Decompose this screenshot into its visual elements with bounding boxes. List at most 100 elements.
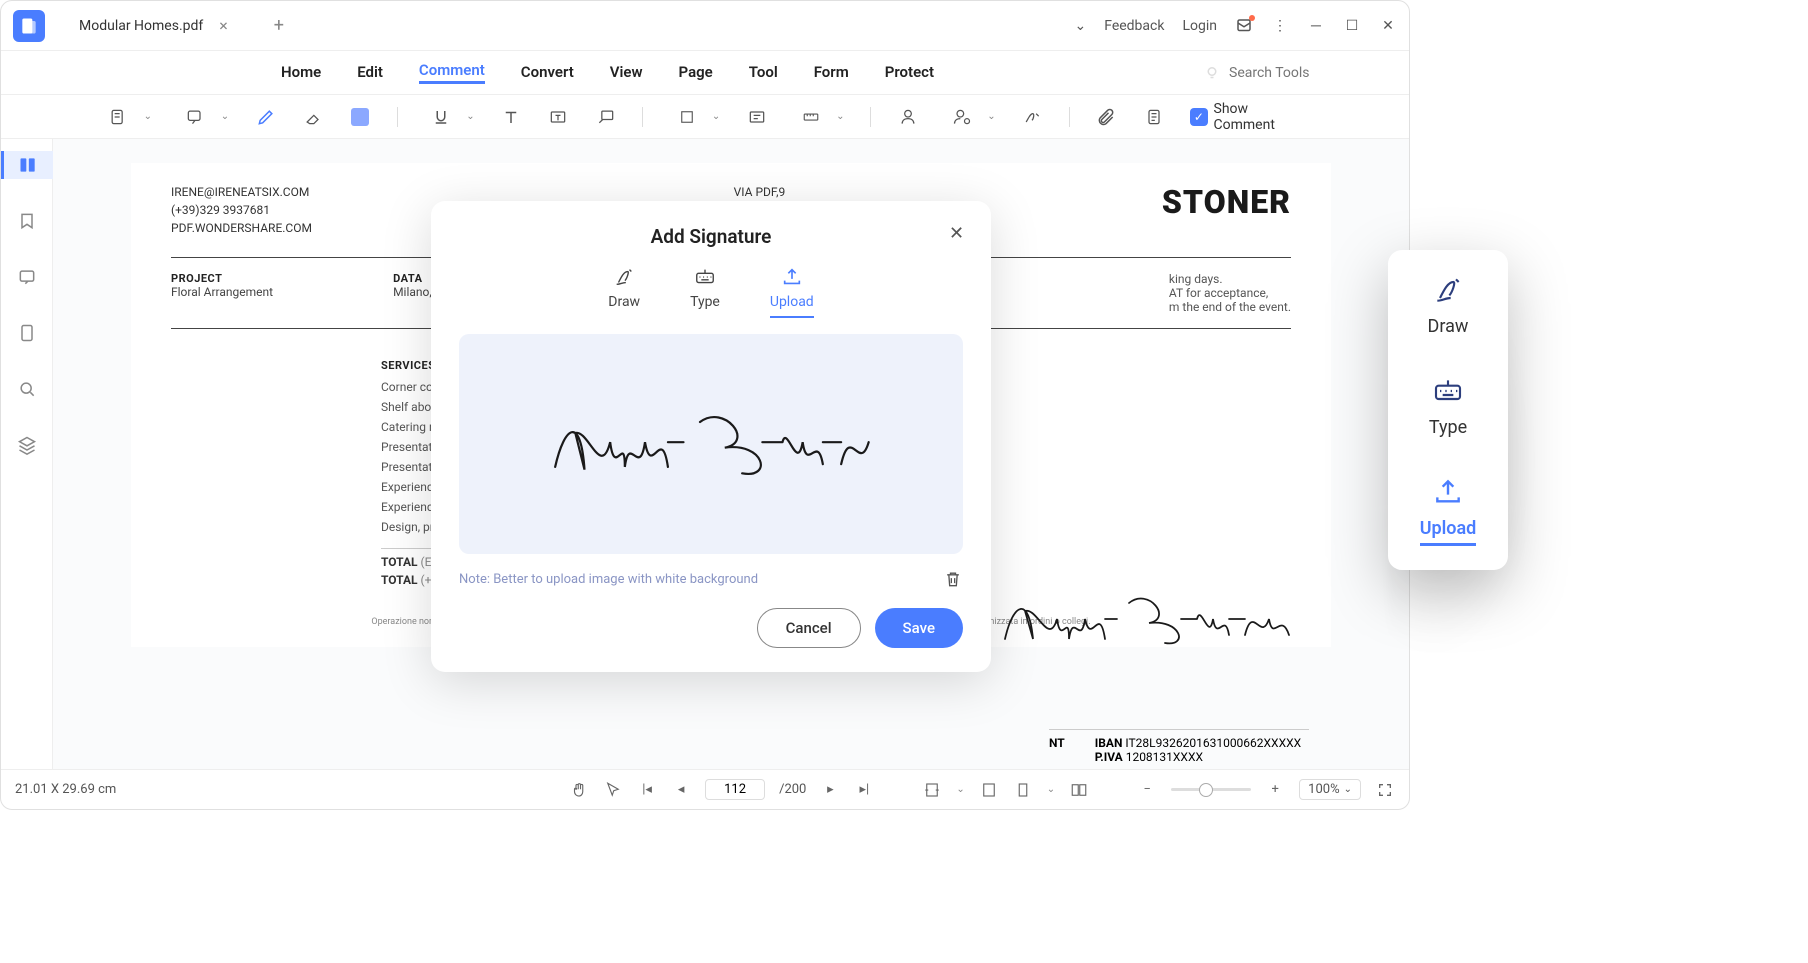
draw-icon: [611, 266, 637, 288]
hand-tool-icon[interactable]: [569, 780, 589, 800]
float-type[interactable]: Type: [1404, 375, 1492, 438]
attachment-tool[interactable]: [1096, 106, 1117, 128]
zoom-out-icon[interactable]: −: [1137, 780, 1157, 800]
pencil-tool[interactable]: [255, 106, 276, 128]
lightbulb-icon: [1203, 64, 1221, 82]
zoom-in-icon[interactable]: +: [1265, 780, 1285, 800]
add-signature-modal: Add Signature ✕ Draw Type Upload Note: B…: [431, 201, 991, 672]
menu-edit[interactable]: Edit: [357, 63, 383, 83]
notification-icon[interactable]: [1235, 17, 1253, 35]
eraser-tool[interactable]: [302, 106, 323, 128]
measure-tool[interactable]: [793, 106, 828, 128]
doc-payment-block: NT IBAN IT28L9326201631000662XXXXX P.IVA…: [1049, 729, 1309, 764]
menu-comment[interactable]: Comment: [419, 61, 485, 84]
doc-signature-preview: [989, 569, 1309, 673]
person-tool[interactable]: [897, 106, 918, 128]
text-tool[interactable]: [501, 106, 522, 128]
chevron-down-icon[interactable]: ⌄: [466, 111, 474, 122]
sidebar-thumbnails[interactable]: [1, 151, 53, 179]
chevron-down-icon[interactable]: ⌄: [836, 111, 844, 122]
doc-brand: STONER: [1162, 183, 1291, 237]
minimize-icon[interactable]: ─: [1307, 17, 1325, 35]
last-page-icon[interactable]: ▸|: [854, 780, 874, 800]
sidebar-search[interactable]: [13, 375, 41, 403]
modal-tabs: Draw Type Upload: [459, 266, 963, 318]
sidebar-attachments[interactable]: [13, 319, 41, 347]
menu-home[interactable]: Home: [281, 63, 321, 83]
status-bar: 21.01 X 29.69 cm |◂ ◂ /200 ▸ ▸| ⌄ ⌄ − + …: [1, 769, 1409, 809]
search-tools-input[interactable]: [1229, 65, 1349, 81]
new-tab-button[interactable]: +: [264, 11, 294, 41]
zoom-slider[interactable]: [1171, 788, 1251, 791]
menu-form[interactable]: Form: [814, 63, 849, 83]
menu-bar: Home Edit Comment Convert View Page Tool…: [1, 51, 1409, 95]
color-picker[interactable]: [349, 106, 370, 128]
modal-tab-type[interactable]: Type: [690, 266, 720, 318]
underline-tool[interactable]: [424, 106, 459, 128]
signature-tool[interactable]: [1022, 106, 1043, 128]
document-tab[interactable]: Modular Homes.pdf ×: [65, 8, 248, 44]
fit-page-icon[interactable]: [979, 780, 999, 800]
sidebar-comments[interactable]: [13, 263, 41, 291]
fit-width-icon[interactable]: [922, 780, 942, 800]
comment-toolbar: ⌄ ⌄ ⌄ ⌄ ⌄ ⌄ ✓ Show Comment: [1, 95, 1409, 139]
chevron-down-icon[interactable]: ⌄: [221, 111, 229, 122]
modal-title: Add Signature: [459, 225, 963, 248]
shape-tool[interactable]: [669, 106, 704, 128]
checkbox-icon: ✓: [1190, 108, 1207, 126]
menu-convert[interactable]: Convert: [521, 63, 574, 83]
prev-page-icon[interactable]: ◂: [671, 780, 691, 800]
show-comment-label: Show Comment: [1214, 101, 1310, 133]
page-number-input[interactable]: [705, 779, 765, 800]
signature-preview-area[interactable]: [459, 334, 963, 554]
fullscreen-icon[interactable]: [1375, 780, 1395, 800]
upload-icon: [779, 266, 805, 288]
chevron-down-icon[interactable]: ⌄: [712, 111, 720, 122]
two-page-icon[interactable]: [1069, 780, 1089, 800]
maximize-icon[interactable]: ☐: [1343, 17, 1361, 35]
upload-icon: [1430, 476, 1466, 508]
first-page-icon[interactable]: |◂: [637, 780, 657, 800]
menu-page[interactable]: Page: [679, 63, 713, 83]
menu-protect[interactable]: Protect: [885, 63, 934, 83]
tab-title: Modular Homes.pdf: [79, 18, 203, 34]
show-comment-toggle[interactable]: ✓ Show Comment: [1190, 101, 1309, 133]
modal-tab-upload[interactable]: Upload: [770, 266, 814, 318]
note-tool[interactable]: [101, 106, 136, 128]
left-sidebar: [1, 139, 53, 769]
comment-tool[interactable]: [178, 106, 213, 128]
float-upload[interactable]: Upload: [1404, 476, 1492, 546]
search-tools: [1203, 64, 1349, 82]
sidebar-bookmarks[interactable]: [13, 207, 41, 235]
delete-signature-icon[interactable]: [943, 568, 963, 590]
kebab-menu-icon[interactable]: ⋮: [1271, 17, 1289, 35]
select-tool-icon[interactable]: [603, 780, 623, 800]
stamp-tool[interactable]: [746, 106, 767, 128]
modal-close-icon[interactable]: ✕: [949, 223, 969, 243]
sidebar-layers[interactable]: [13, 431, 41, 459]
chevron-down-icon[interactable]: ⌄: [1074, 18, 1086, 34]
app-window: Modular Homes.pdf × + ⌄ Feedback Login ⋮…: [0, 0, 1410, 810]
feedback-link[interactable]: Feedback: [1104, 18, 1164, 34]
cancel-button[interactable]: Cancel: [757, 608, 861, 648]
clipboard-tool[interactable]: [1143, 106, 1164, 128]
title-bar: Modular Homes.pdf × + ⌄ Feedback Login ⋮…: [1, 1, 1409, 51]
modal-tab-draw[interactable]: Draw: [608, 266, 640, 318]
menu-tool[interactable]: Tool: [749, 63, 778, 83]
single-page-icon[interactable]: [1013, 780, 1033, 800]
close-window-icon[interactable]: ✕: [1379, 17, 1397, 35]
next-page-icon[interactable]: ▸: [820, 780, 840, 800]
app-logo: [13, 10, 45, 42]
chevron-down-icon[interactable]: ⌄: [144, 111, 152, 122]
tab-close-icon[interactable]: ×: [219, 16, 228, 35]
menu-view[interactable]: View: [610, 63, 643, 83]
keyboard-icon: [692, 266, 718, 288]
textbox-tool[interactable]: [548, 106, 569, 128]
zoom-select[interactable]: 100% ⌄: [1299, 779, 1361, 800]
login-link[interactable]: Login: [1182, 18, 1217, 34]
float-draw[interactable]: Draw: [1404, 274, 1492, 337]
chevron-down-icon[interactable]: ⌄: [987, 111, 995, 122]
callout-tool[interactable]: [595, 106, 616, 128]
person-settings-tool[interactable]: [945, 106, 980, 128]
save-button[interactable]: Save: [875, 608, 963, 648]
